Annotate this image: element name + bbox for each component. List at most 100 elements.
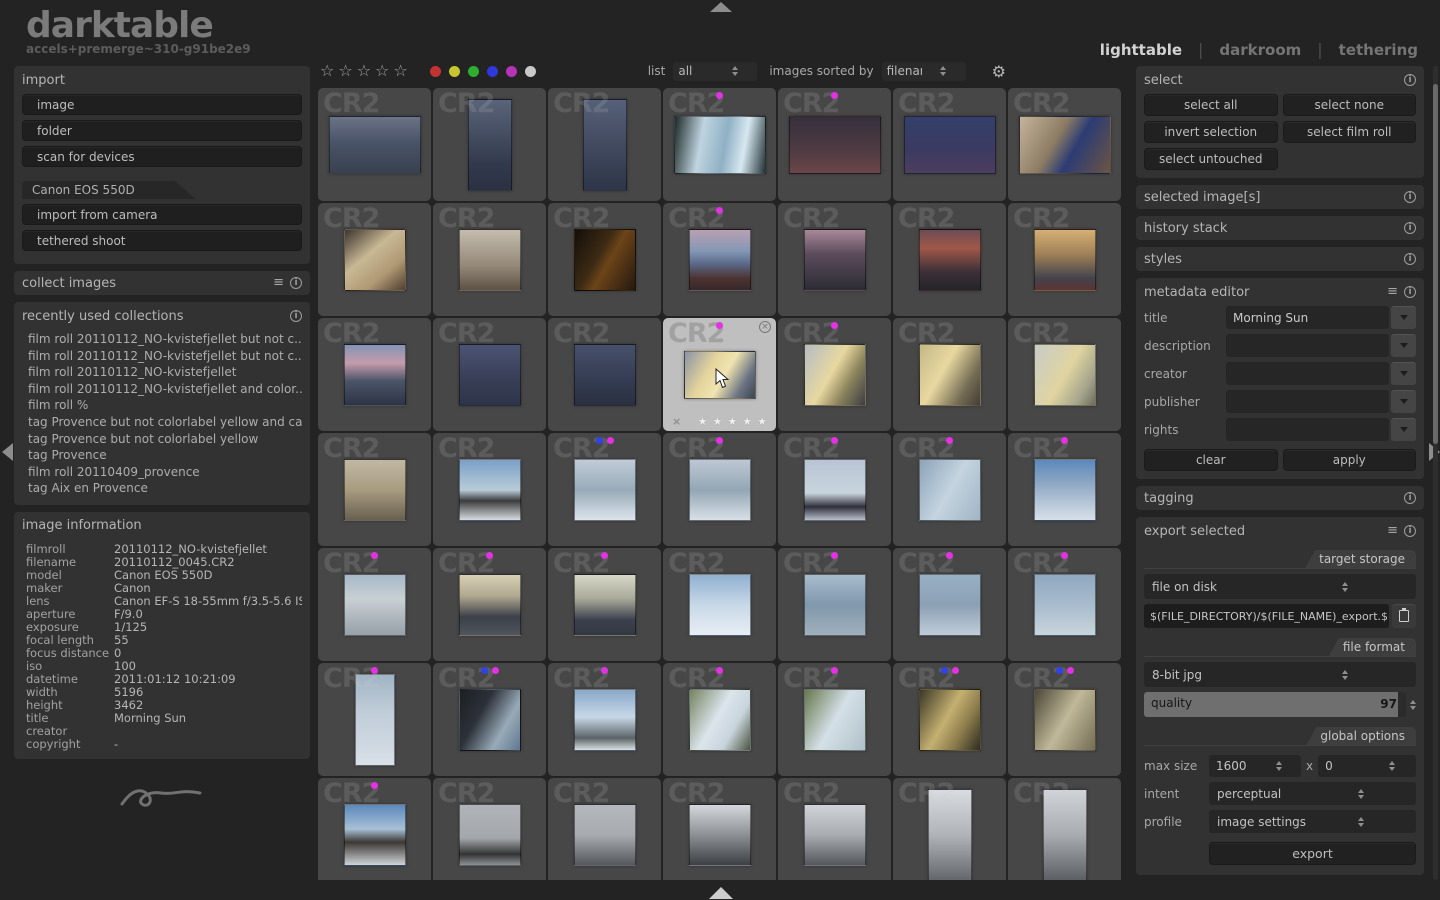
tab-lighttable[interactable]: lighttable (1100, 41, 1182, 59)
presets-menu-icon[interactable]: ≡ (1387, 526, 1398, 536)
metadata-creator-dropdown-button[interactable] (1391, 362, 1416, 385)
image-thumbnail-cell[interactable]: CR2 (893, 663, 1006, 776)
storage-dropdown[interactable]: file on disk (1144, 574, 1416, 599)
color-label-dot-icon[interactable] (525, 66, 536, 77)
rating-star-icon[interactable]: ★ (742, 415, 752, 428)
image-thumbnail-cell[interactable]: CR2 (1008, 548, 1121, 661)
image-thumbnail-cell[interactable]: CR2 (433, 88, 546, 201)
image-thumbnail-cell[interactable]: CR2 (778, 203, 891, 316)
tab-darkroom[interactable]: darkroom (1219, 41, 1301, 59)
image-thumbnail-cell[interactable]: CR2 (318, 88, 431, 201)
image-thumbnail-cell[interactable]: CR2 (893, 88, 1006, 201)
rating-star-icon[interactable]: ★ (757, 415, 767, 428)
image-thumbnail-cell[interactable]: CR2 (1008, 778, 1121, 880)
intent-dropdown[interactable]: perceptual (1209, 782, 1416, 805)
image-thumbnail-cell[interactable]: CR2 (318, 548, 431, 661)
clear-button[interactable]: clear (1144, 449, 1278, 471)
image-thumbnail-cell[interactable]: CR2 (778, 88, 891, 201)
collection-list-item[interactable]: film roll 20110112_NO-kvistefjellet but … (22, 348, 302, 365)
rating-star-icon[interactable]: ★ (698, 415, 708, 428)
reset-icon[interactable]: i (1404, 74, 1416, 86)
reset-icon[interactable]: i (1404, 286, 1416, 298)
image-thumbnail-cell[interactable]: CR2 (318, 203, 431, 316)
image-button[interactable]: image (22, 94, 302, 115)
presets-menu-icon[interactable]: ≡ (273, 278, 284, 288)
reset-icon[interactable]: i (290, 310, 302, 322)
image-thumbnail-cell[interactable]: CR2 (548, 88, 661, 201)
image-thumbnail-cell[interactable]: CR2 (663, 663, 776, 776)
rating-star-icon[interactable]: ★ (727, 415, 737, 428)
image-thumbnail-cell[interactable]: CR2 (893, 778, 1006, 880)
image-thumbnail-cell[interactable]: CR2 (1008, 318, 1121, 431)
select-film-roll-button[interactable]: select film roll (1283, 121, 1417, 143)
image-thumbnail-cell[interactable]: CR2 (318, 778, 431, 880)
rating-star-icon[interactable]: ☆ (338, 63, 352, 79)
collection-list-item[interactable]: film roll 20110112_NO-kvistefjellet but … (22, 331, 302, 348)
image-thumbnail-cell[interactable]: CR2 (548, 433, 661, 546)
max-width-stepper[interactable] (1259, 761, 1298, 771)
image-thumbnail-cell[interactable]: CR2 (433, 433, 546, 546)
image-thumbnail-cell[interactable]: CR2 (893, 318, 1006, 431)
reset-icon[interactable]: i (1404, 525, 1416, 537)
max-height-stepper[interactable] (1371, 761, 1413, 771)
collection-list-item[interactable]: film roll 20110112_NO-kvistefjellet and … (22, 381, 302, 398)
rating-star-icon[interactable]: ☆ (393, 63, 407, 79)
image-thumbnail-cell[interactable]: CR2 (433, 318, 546, 431)
collection-list-item[interactable]: film roll % (22, 397, 302, 414)
collect-images-panel-header[interactable]: collect images ≡ i (14, 271, 310, 295)
image-thumbnail-cell[interactable]: CR2 (663, 433, 776, 546)
image-thumbnail-cell[interactable]: CR2 (1008, 663, 1121, 776)
image-thumbnail-cell[interactable]: CR2 (778, 548, 891, 661)
quality-slider[interactable]: quality 97 (1144, 692, 1406, 717)
metadata-publisher-dropdown-button[interactable] (1391, 390, 1416, 413)
settings-gear-icon[interactable]: ⚙ (992, 62, 1006, 81)
deselect-icon[interactable]: × (759, 321, 771, 333)
invert-selection-button[interactable]: invert selection (1144, 121, 1278, 143)
collapse-left-panel-arrow-icon[interactable] (2, 443, 13, 461)
image-thumbnail-cell[interactable]: CR2 (893, 203, 1006, 316)
image-thumbnail-cell[interactable]: CR2 (1008, 203, 1121, 316)
reset-icon[interactable]: i (1404, 222, 1416, 234)
format-dropdown[interactable]: 8-bit jpg (1144, 662, 1416, 687)
reset-icon[interactable]: i (290, 277, 302, 289)
color-label-dot-icon[interactable] (430, 66, 441, 77)
collapse-top-panel-arrow-icon[interactable] (710, 2, 732, 12)
styles-panel-header[interactable]: styles i (1136, 247, 1424, 271)
color-label-dot-icon[interactable] (449, 66, 460, 77)
max-height-input[interactable]: 0 (1318, 755, 1416, 777)
rating-star-icon[interactable]: ☆ (375, 63, 389, 79)
filter-dropdown[interactable]: all (673, 62, 757, 81)
color-label-dot-icon[interactable] (506, 66, 517, 77)
metadata-publisher-input[interactable] (1226, 390, 1389, 413)
reset-icon[interactable]: i (1404, 253, 1416, 265)
export-button[interactable]: export (1209, 842, 1416, 865)
select-none-button[interactable]: select none (1283, 94, 1417, 116)
image-thumbnail-cell[interactable]: CR2 (778, 433, 891, 546)
right-panel-scrollbar[interactable] (1433, 66, 1438, 880)
image-thumbnail-cell[interactable]: CR2 (548, 318, 661, 431)
image-thumbnail-cell[interactable]: CR2 (318, 318, 431, 431)
image-thumbnail-cell[interactable]: CR2 (663, 203, 776, 316)
selected-images-panel-header[interactable]: selected image[s] i (1136, 185, 1424, 209)
collection-list-item[interactable]: tag Provence but not colorlabel yellow (22, 431, 302, 448)
image-thumbnail-cell[interactable]: CR2 (893, 433, 1006, 546)
collection-list-item[interactable]: film roll 20110409_provence (22, 464, 302, 481)
reset-icon[interactable]: i (1404, 191, 1416, 203)
path-template-button[interactable] (1392, 604, 1416, 628)
export-path-input[interactable]: $(FILE_DIRECTORY)/$(FILE_NAME)_export.$(… (1144, 604, 1389, 628)
image-thumbnail-cell[interactable]: CR2 (318, 663, 431, 776)
quality-stepper[interactable] (1410, 700, 1416, 710)
import-from-camera-button[interactable]: import from camera (22, 204, 302, 225)
image-thumbnail-cell[interactable]: CR2 (663, 548, 776, 661)
metadata-title-dropdown-button[interactable] (1391, 306, 1416, 329)
collection-list-item[interactable]: film roll 20110112_NO-kvistefjellet (22, 364, 302, 381)
tab-tethering[interactable]: tethering (1339, 41, 1418, 59)
image-thumbnail-cell[interactable]: CR2 (433, 778, 546, 880)
image-thumbnail-cell[interactable]: CR2 (1008, 433, 1121, 546)
collection-list-item[interactable]: tag Provence (22, 447, 302, 464)
presets-menu-icon[interactable]: ≡ (1387, 287, 1398, 297)
image-thumbnail-cell[interactable]: CR2 (1008, 88, 1121, 201)
tethered-shoot-button[interactable]: tethered shoot (22, 230, 302, 251)
image-thumbnail-cell[interactable]: CR2 (433, 203, 546, 316)
image-thumbnail-cell[interactable]: CR2 (548, 663, 661, 776)
